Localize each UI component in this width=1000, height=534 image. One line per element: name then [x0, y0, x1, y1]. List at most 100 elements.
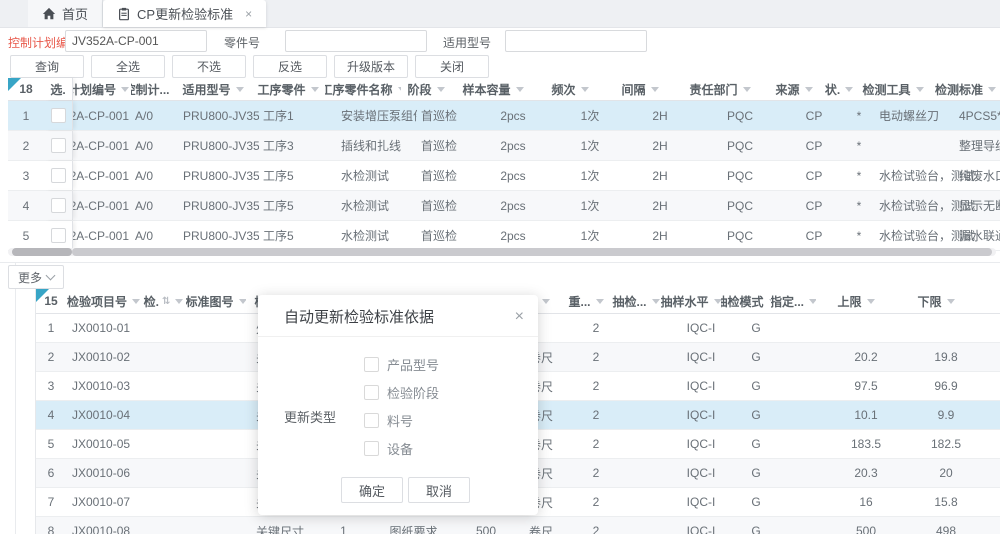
filter-icon[interactable]: [236, 87, 244, 92]
process-cell-ctrl: A/0: [131, 101, 179, 130]
item-col-level[interactable]: 抽样水平: [661, 289, 721, 313]
item-row[interactable]: 8JX0010-08关键尺寸1图纸要求500卷尺2IQC-IG500498: [36, 517, 1000, 534]
process-col-part[interactable]: 工序零件: [251, 78, 325, 100]
filter-icon[interactable]: [743, 87, 751, 92]
filter-icon[interactable]: [988, 87, 996, 92]
filter-icon[interactable]: [542, 299, 550, 304]
item-col-sampA[interactable]: 抽检...: [611, 289, 661, 313]
filter-icon[interactable]: [652, 299, 660, 304]
item-col-lower[interactable]: 下限: [896, 289, 976, 313]
process-col-freq[interactable]: 频次: [535, 78, 605, 100]
process-col-tool[interactable]: 检测工具: [855, 78, 931, 100]
process-col-dept[interactable]: 责任部门: [675, 78, 765, 100]
checkbox-icon[interactable]: [364, 441, 379, 456]
item-col-fig[interactable]: 标准图号: [186, 289, 246, 313]
part-no-input[interactable]: [285, 30, 427, 52]
item-col-mode[interactable]: 抽检模式: [721, 289, 771, 313]
checkbox-icon[interactable]: [364, 357, 379, 372]
process-cell-sel: [44, 221, 73, 250]
option-row[interactable]: 检验阶段: [364, 383, 439, 402]
tab-home[interactable]: 首页: [28, 0, 103, 27]
dialog-close-icon[interactable]: ×: [515, 309, 524, 325]
scrollbar-thumb[interactable]: [72, 248, 992, 256]
option-row[interactable]: 产品型号: [364, 355, 439, 374]
process-col-ctrl[interactable]: 控制计...: [131, 78, 175, 100]
close-button[interactable]: 关闭: [415, 55, 489, 78]
item-cell-chk: [147, 401, 192, 429]
filter-icon[interactable]: [809, 299, 816, 304]
item-cell-sampA: [621, 314, 671, 342]
item-col-desig[interactable]: 指定...: [771, 289, 816, 313]
process-col-model[interactable]: 适用型号: [175, 78, 251, 100]
filter-icon[interactable]: [714, 299, 721, 304]
filter-icon[interactable]: [581, 87, 589, 92]
section-divider: [0, 262, 1000, 263]
process-cell-sample: 2pcs: [471, 101, 555, 130]
filter-icon[interactable]: [175, 299, 183, 304]
item-cell-sampA: [621, 488, 671, 516]
filter-icon[interactable]: [916, 87, 924, 92]
filter-icon[interactable]: [805, 87, 813, 92]
item-col-item_no[interactable]: 检验项目号: [66, 289, 141, 313]
process-row[interactable]: 3JV352A-CP-001A/0PRU800-JV352A工序5水检测试首巡检…: [8, 161, 1000, 191]
filter-icon[interactable]: [651, 87, 659, 92]
filter-icon[interactable]: [311, 87, 319, 92]
filter-icon[interactable]: [947, 299, 955, 304]
process-row[interactable]: 4JV352A-CP-001A/0PRU800-JV352A工序5水检测试首巡检…: [8, 191, 1000, 221]
checkbox-icon[interactable]: [364, 413, 379, 428]
process-col-standard[interactable]: 检测标准: [931, 78, 1000, 100]
process-row[interactable]: 5JV352A-CP-001A/0PRU800-JV352A工序5水检测试首巡检…: [8, 221, 1000, 251]
horizontal-scrollbar[interactable]: [8, 248, 996, 256]
invert-select-button[interactable]: 反选: [253, 55, 327, 78]
sort-icon[interactable]: ⇅: [162, 296, 170, 307]
option-label: 检验阶段: [387, 383, 439, 402]
process-col-pname[interactable]: 工序零件名称: [325, 78, 401, 100]
select-all-button[interactable]: 全选: [91, 55, 165, 78]
more-button[interactable]: 更多: [8, 265, 64, 289]
ok-button[interactable]: 确定: [341, 477, 403, 503]
filter-icon[interactable]: [121, 87, 129, 92]
item-cell-sampA: [621, 401, 671, 429]
process-row[interactable]: 2JV352A-CP-001A/0PRU800-JV352A工序3插线和扎线首巡…: [8, 131, 1000, 161]
process-col-sample[interactable]: 样本容量: [451, 78, 535, 100]
process-col-status[interactable]: 状.: [823, 78, 855, 100]
filter-icon[interactable]: [845, 87, 853, 92]
filter-icon[interactable]: [239, 299, 246, 304]
cancel-button[interactable]: 取消: [408, 477, 470, 503]
option-row[interactable]: 料号: [364, 411, 439, 430]
item-col-upper[interactable]: 上限: [816, 289, 896, 313]
item-col-chk[interactable]: 检.⇅: [141, 289, 186, 313]
query-button[interactable]: 查询: [10, 55, 84, 78]
row-checkbox[interactable]: [51, 228, 66, 243]
process-col-source[interactable]: 来源: [765, 78, 823, 100]
tab-close-icon[interactable]: ×: [245, 7, 252, 21]
item-cell-chk: [147, 372, 192, 400]
plan-no-input[interactable]: [65, 30, 207, 52]
process-col-stage[interactable]: 阶段: [401, 78, 451, 100]
scrollbar-thumb-left[interactable]: [12, 248, 72, 256]
dialog-body: 更新类型 产品型号检验阶段料号设备: [258, 337, 538, 477]
process-col-interval[interactable]: 间隔: [605, 78, 675, 100]
filter-icon[interactable]: [867, 299, 875, 304]
tab-cp-update[interactable]: CP更新检验标准 ×: [103, 0, 266, 27]
upgrade-version-button[interactable]: 升级版本: [334, 55, 408, 78]
row-checkbox[interactable]: [51, 198, 66, 213]
process-cell-source: CP: [785, 221, 843, 250]
row-checkbox[interactable]: [51, 108, 66, 123]
left-rail-border: [15, 263, 16, 534]
item-cell-upper: 16: [826, 488, 906, 516]
process-col-plan[interactable]: 控制计划编号: [73, 78, 131, 100]
item-col-weight[interactable]: 重...: [561, 289, 611, 313]
checkbox-icon[interactable]: [364, 385, 379, 400]
filter-icon[interactable]: [437, 87, 445, 92]
process-row[interactable]: 1JV352A-CP-001A/0PRU800-JV352A工序1安装增压泵组件…: [8, 101, 1000, 131]
option-label: 产品型号: [387, 355, 439, 374]
filter-icon[interactable]: [596, 299, 604, 304]
option-row[interactable]: 设备: [364, 439, 439, 458]
filter-icon[interactable]: [516, 87, 524, 92]
select-none-button[interactable]: 不选: [172, 55, 246, 78]
model-input[interactable]: [505, 30, 647, 52]
row-checkbox[interactable]: [51, 138, 66, 153]
filter-icon[interactable]: [132, 299, 140, 304]
row-checkbox[interactable]: [51, 168, 66, 183]
